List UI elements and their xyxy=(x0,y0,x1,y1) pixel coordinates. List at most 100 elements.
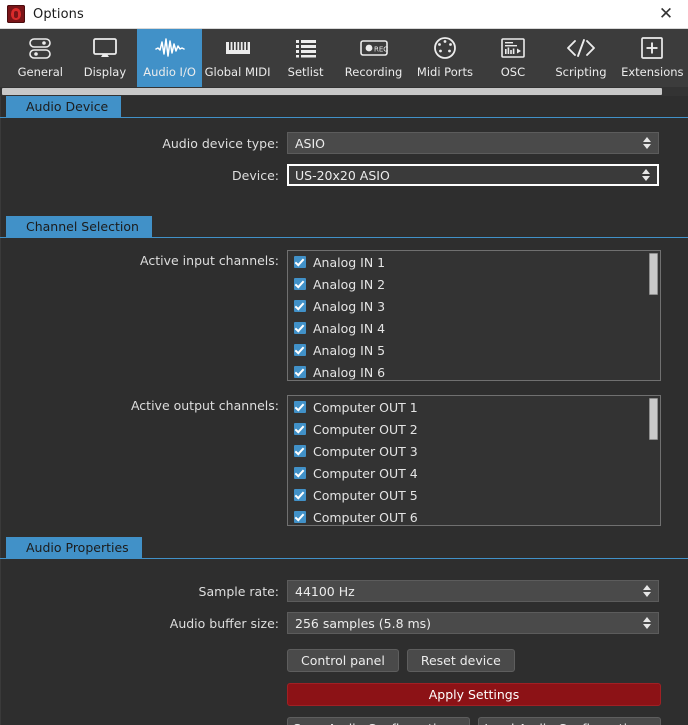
channel-label: Computer OUT 4 xyxy=(313,465,418,481)
channel-label: Analog IN 3 xyxy=(313,298,386,314)
checkbox-checked-icon[interactable] xyxy=(294,278,306,290)
osc-window-icon xyxy=(500,35,526,61)
list-item[interactable]: Analog IN 3 xyxy=(288,295,660,317)
channel-label: Analog IN 1 xyxy=(313,254,386,270)
tab-recording[interactable]: REC Recording xyxy=(338,29,409,87)
svg-text:REC: REC xyxy=(374,46,388,54)
row-active-input-channels: Active input channels: Analog IN 1 Analo… xyxy=(0,250,688,381)
tabstrip-horizontal-scrollbar[interactable] xyxy=(0,87,688,96)
scrollbar-thumb[interactable] xyxy=(649,398,658,440)
audio-device-type-select[interactable]: ASIO xyxy=(287,132,659,154)
list-icon xyxy=(293,35,319,61)
channel-label: Computer OUT 3 xyxy=(313,443,418,459)
active-output-channels-list[interactable]: Computer OUT 1 Computer OUT 2 Computer O… xyxy=(287,395,661,526)
tab-general[interactable]: General xyxy=(8,29,73,87)
list-item[interactable]: Analog IN 6 xyxy=(288,361,660,380)
waveform-icon xyxy=(154,35,185,61)
output-list-scrollbar[interactable] xyxy=(649,398,658,523)
config-io-row: Save Audio Configuration... Load Audio C… xyxy=(0,717,688,725)
channel-label: Analog IN 2 xyxy=(313,276,386,292)
section-audio-device-header: Audio Device xyxy=(0,96,688,118)
panel-edge xyxy=(0,96,1,725)
window-title: Options xyxy=(33,6,84,22)
chevron-updown-icon xyxy=(642,169,650,181)
options-window: Options ✕ General Display Audio I/O Glob… xyxy=(0,0,688,725)
sliders-icon xyxy=(27,35,53,61)
load-audio-configuration-button[interactable]: Load Audio Configuration... xyxy=(478,717,661,725)
tab-label: Setlist xyxy=(287,65,324,79)
device-value: US-20x20 ASIO xyxy=(295,167,390,183)
scrollbar-thumb[interactable] xyxy=(2,88,662,95)
tab-display[interactable]: Display xyxy=(73,29,138,87)
tab-scripting[interactable]: Scripting xyxy=(545,29,616,87)
checkbox-checked-icon[interactable] xyxy=(294,423,306,435)
checkbox-checked-icon[interactable] xyxy=(294,366,306,378)
row-active-output-channels: Active output channels: Computer OUT 1 C… xyxy=(0,395,688,526)
checkbox-checked-icon[interactable] xyxy=(294,322,306,334)
list-item[interactable]: Computer OUT 3 xyxy=(288,440,660,462)
checkbox-checked-icon[interactable] xyxy=(294,489,306,501)
active-input-channels-label: Active input channels: xyxy=(140,253,279,268)
tab-strip: General Display Audio I/O Global MIDI Se… xyxy=(0,29,688,87)
checkbox-checked-icon[interactable] xyxy=(294,344,306,356)
tab-global-midi[interactable]: Global MIDI xyxy=(202,29,273,87)
audio-buffer-size-select[interactable]: 256 samples (5.8 ms) xyxy=(287,612,659,634)
list-item[interactable]: Computer OUT 6 xyxy=(288,506,660,525)
active-input-channels-list[interactable]: Analog IN 1 Analog IN 2 Analog IN 3 Anal… xyxy=(287,250,661,381)
audio-buffer-size-value: 256 samples (5.8 ms) xyxy=(295,615,432,631)
list-item[interactable]: Analog IN 2 xyxy=(288,273,660,295)
section-audio-properties-header: Audio Properties xyxy=(0,537,688,559)
list-item[interactable]: Computer OUT 4 xyxy=(288,462,660,484)
tab-label: Midi Ports xyxy=(416,65,473,79)
chevron-updown-icon xyxy=(643,585,651,597)
channel-label: Computer OUT 5 xyxy=(313,487,418,503)
audio-buffer-size-label: Audio buffer size: xyxy=(169,616,279,631)
reset-device-button[interactable]: Reset device xyxy=(406,649,515,672)
monitor-icon xyxy=(92,35,118,61)
tab-label: Audio I/O xyxy=(143,65,196,79)
tab-label: Extensions xyxy=(621,65,684,79)
checkbox-checked-icon[interactable] xyxy=(294,300,306,312)
app-icon xyxy=(7,5,25,23)
audio-device-type-value: ASIO xyxy=(295,135,326,151)
row-device: Device: US-20x20 ASIO xyxy=(0,164,688,188)
scrollbar-thumb[interactable] xyxy=(649,253,658,295)
control-panel-button[interactable]: Control panel xyxy=(287,649,399,672)
audio-device-type-label: Audio device type: xyxy=(162,136,279,151)
tab-label: Display xyxy=(83,65,127,79)
device-select[interactable]: US-20x20 ASIO xyxy=(287,164,659,186)
list-item[interactable]: Analog IN 1 xyxy=(288,251,660,273)
list-item[interactable]: Computer OUT 5 xyxy=(288,484,660,506)
tab-label: OSC xyxy=(500,65,526,79)
tab-midi-ports[interactable]: Midi Ports xyxy=(409,29,480,87)
tab-setlist[interactable]: Setlist xyxy=(273,29,338,87)
active-output-channels-label: Active output channels: xyxy=(130,398,279,413)
tab-audio-io[interactable]: Audio I/O xyxy=(137,29,202,87)
input-list-scrollbar[interactable] xyxy=(649,253,658,378)
close-icon[interactable]: ✕ xyxy=(644,1,688,28)
section-title: Audio Properties xyxy=(6,537,142,558)
tab-label: Scripting xyxy=(555,65,607,79)
plus-box-icon xyxy=(640,35,664,61)
checkbox-checked-icon[interactable] xyxy=(294,467,306,479)
sample-rate-select[interactable]: 44100 Hz xyxy=(287,580,659,602)
section-title: Channel Selection xyxy=(6,216,152,237)
list-item[interactable]: Computer OUT 2 xyxy=(288,418,660,440)
list-item[interactable]: Computer OUT 1 xyxy=(288,396,660,418)
row-buffer-size: Audio buffer size: 256 samples (5.8 ms) xyxy=(0,612,688,636)
row-audio-device-type: Audio device type: ASIO xyxy=(0,132,688,156)
sample-rate-label: Sample rate: xyxy=(198,584,279,599)
checkbox-checked-icon[interactable] xyxy=(294,401,306,413)
apply-settings-button[interactable]: Apply Settings xyxy=(287,683,661,706)
save-audio-configuration-button[interactable]: Save Audio Configuration... xyxy=(287,717,470,725)
checkbox-checked-icon[interactable] xyxy=(294,511,306,523)
tab-osc[interactable]: OSC xyxy=(481,29,546,87)
channel-label: Computer OUT 1 xyxy=(313,399,418,415)
title-bar: Options ✕ xyxy=(0,0,688,29)
list-item[interactable]: Analog IN 4 xyxy=(288,317,660,339)
list-item[interactable]: Analog IN 5 xyxy=(288,339,660,361)
checkbox-checked-icon[interactable] xyxy=(294,445,306,457)
tab-extensions[interactable]: Extensions xyxy=(617,29,688,87)
checkbox-checked-icon[interactable] xyxy=(294,256,306,268)
tab-label: Recording xyxy=(344,65,403,79)
